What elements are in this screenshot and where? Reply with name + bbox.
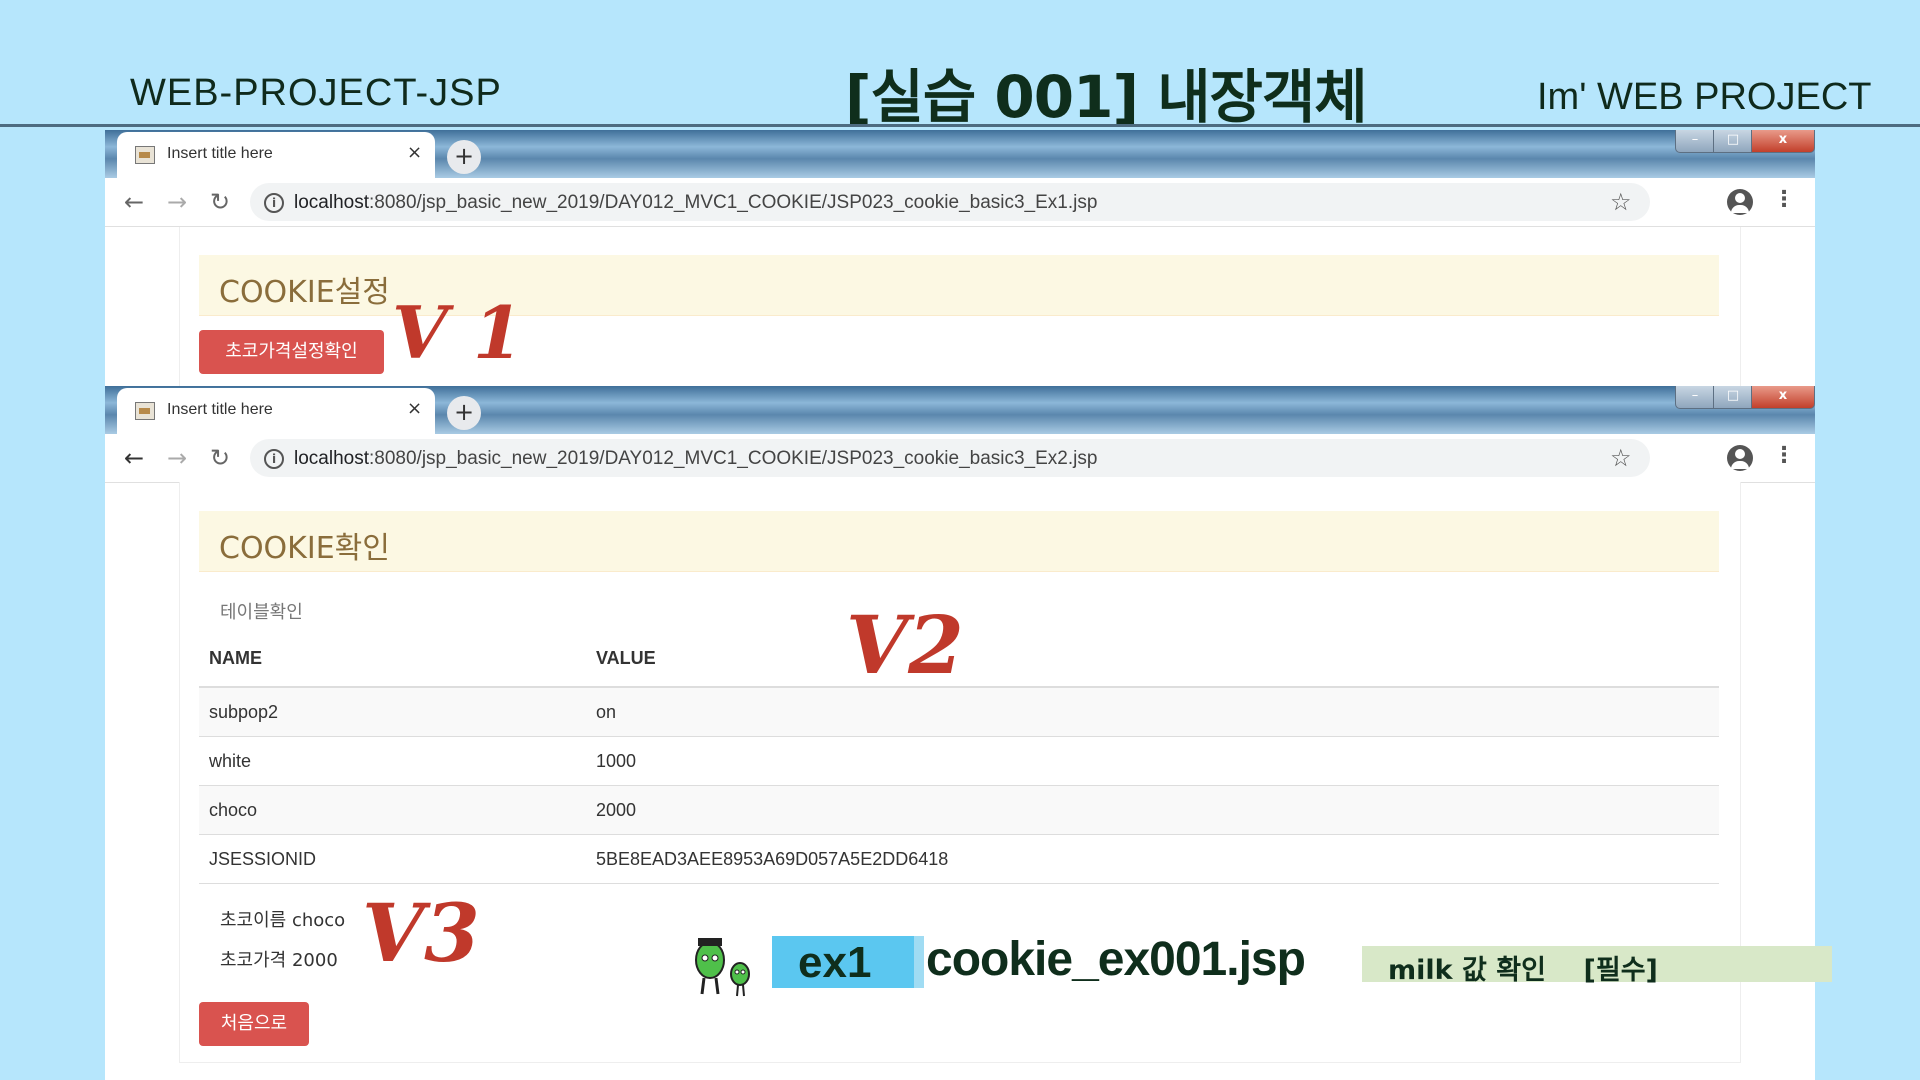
panel-heading-text: COOKIE확인 — [219, 531, 390, 566]
reload-icon[interactable]: ↻ — [205, 187, 235, 217]
column-header-name: NAME — [199, 630, 586, 688]
tab-title: Insert title here — [167, 401, 273, 418]
minimize-button[interactable]: – — [1675, 130, 1715, 153]
exercise-label: ex1 — [798, 938, 872, 987]
url-path: :8080/jsp_basic_new_2019/DAY012_MVC1_COO… — [369, 192, 1098, 213]
cookie-name-cell: white — [199, 736, 586, 786]
bookmark-star-icon[interactable]: ☆ — [1610, 188, 1632, 216]
page-favicon-icon — [135, 146, 155, 164]
slide-center-title: [실습 001] 내장객체 — [845, 63, 1368, 131]
tab-close-icon[interactable]: × — [407, 142, 422, 163]
close-window-button[interactable]: x — [1751, 130, 1815, 153]
account-icon[interactable] — [1727, 189, 1753, 215]
tab-bar: Insert title here × + – □ x — [105, 386, 1815, 434]
header-divider — [0, 124, 1920, 127]
exercise-file-name: cookie_ex001.jsp — [926, 933, 1306, 986]
panel-heading-cookie-check: COOKIE확인 — [199, 511, 1719, 572]
forward-arrow-icon[interactable]: → — [162, 187, 192, 217]
tab-close-icon[interactable]: × — [407, 398, 422, 419]
browser-toolbar: ← → ↻ i localhost:8080/jsp_basic_new_201… — [105, 434, 1815, 483]
url-path: :8080/jsp_basic_new_2019/DAY012_MVC1_COO… — [369, 448, 1098, 469]
info-icon[interactable]: i — [264, 449, 284, 469]
url-host: localhost — [294, 448, 369, 469]
choco-price-text: 초코가격 2000 — [220, 950, 338, 971]
check-mark-1: V 1 — [392, 290, 524, 375]
browser-window-2: Insert title here × + – □ x ← → ↻ i loca… — [105, 386, 1815, 483]
go-first-button[interactable]: 처음으로 — [199, 1002, 309, 1046]
cookie-value-cell: 2000 — [586, 785, 1719, 835]
table-row: JSESSIONID 5BE8EAD3AEE8953A69D057A5E2DD6… — [199, 834, 1719, 884]
url-text[interactable]: localhost:8080/jsp_basic_new_2019/DAY012… — [294, 192, 1097, 214]
requirement-note-box: milk 값 확인 [필수] — [1362, 946, 1832, 986]
account-icon[interactable] — [1727, 445, 1753, 471]
slide-right-title: Im' WEB PROJECT — [1537, 76, 1872, 118]
minimize-button[interactable]: – — [1675, 386, 1715, 409]
close-window-button[interactable]: x — [1751, 386, 1815, 409]
table-caption: 테이블확인 — [220, 602, 303, 623]
browser-toolbar: ← → ↻ i localhost:8080/jsp_basic_new_201… — [105, 178, 1815, 227]
check-mark-2: V2 — [846, 598, 964, 692]
mascot-icon — [695, 938, 750, 997]
requirement-note: milk 값 확인 [필수] — [1388, 955, 1658, 986]
slide-header: WEB-PROJECT-JSP [실습 001] 내장객체 Im' WEB PR… — [0, 0, 1920, 131]
new-tab-button[interactable]: + — [447, 140, 481, 174]
panel-heading-text: COOKIE설정 — [219, 275, 390, 310]
reload-icon[interactable]: ↻ — [205, 443, 235, 473]
cookie-name-cell: JSESSIONID — [199, 834, 586, 884]
cookie-value-cell: on — [586, 686, 1719, 737]
column-header-value: VALUE — [586, 630, 1719, 688]
table-row: choco 2000 — [199, 785, 1719, 835]
maximize-button[interactable]: □ — [1713, 130, 1753, 153]
cookie-value-cell: 1000 — [586, 736, 1719, 786]
cookie-name-cell: choco — [199, 785, 586, 835]
back-arrow-icon[interactable]: ← — [119, 443, 149, 473]
url-host: localhost — [294, 192, 369, 213]
info-icon[interactable]: i — [264, 193, 284, 213]
cookie-name-cell: subpop2 — [199, 686, 586, 737]
choco-price-confirm-button[interactable]: 초코가격설정확인 — [199, 330, 384, 374]
url-text[interactable]: localhost:8080/jsp_basic_new_2019/DAY012… — [294, 448, 1097, 470]
check-mark-3: V3 — [362, 886, 480, 980]
address-bar[interactable]: i localhost:8080/jsp_basic_new_2019/DAY0… — [250, 439, 1650, 477]
table-row: white 1000 — [199, 736, 1719, 786]
forward-arrow-icon[interactable]: → — [162, 443, 192, 473]
page-favicon-icon — [135, 402, 155, 420]
slide-left-title: WEB-PROJECT-JSP — [130, 72, 502, 114]
maximize-button[interactable]: □ — [1713, 386, 1753, 409]
address-bar[interactable]: i localhost:8080/jsp_basic_new_2019/DAY0… — [250, 183, 1650, 221]
table-row: subpop2 on — [199, 686, 1719, 737]
back-arrow-icon[interactable]: ← — [119, 187, 149, 217]
cookie-value-cell: 5BE8EAD3AEE8953A69D057A5E2DD6418 — [586, 834, 1719, 884]
menu-dots-icon[interactable]: ⋮ — [1773, 187, 1795, 212]
new-tab-button[interactable]: + — [447, 396, 481, 430]
browser-tab[interactable]: Insert title here × — [117, 132, 435, 178]
bookmark-star-icon[interactable]: ☆ — [1610, 444, 1632, 472]
browser-tab[interactable]: Insert title here × — [117, 388, 435, 434]
exercise-label-box: ex1 — [772, 936, 924, 988]
tab-bar: Insert title here × + – □ x — [105, 130, 1815, 178]
choco-name-text: 초코이름 choco — [220, 910, 346, 931]
tab-title: Insert title here — [167, 145, 273, 162]
menu-dots-icon[interactable]: ⋮ — [1773, 443, 1795, 468]
